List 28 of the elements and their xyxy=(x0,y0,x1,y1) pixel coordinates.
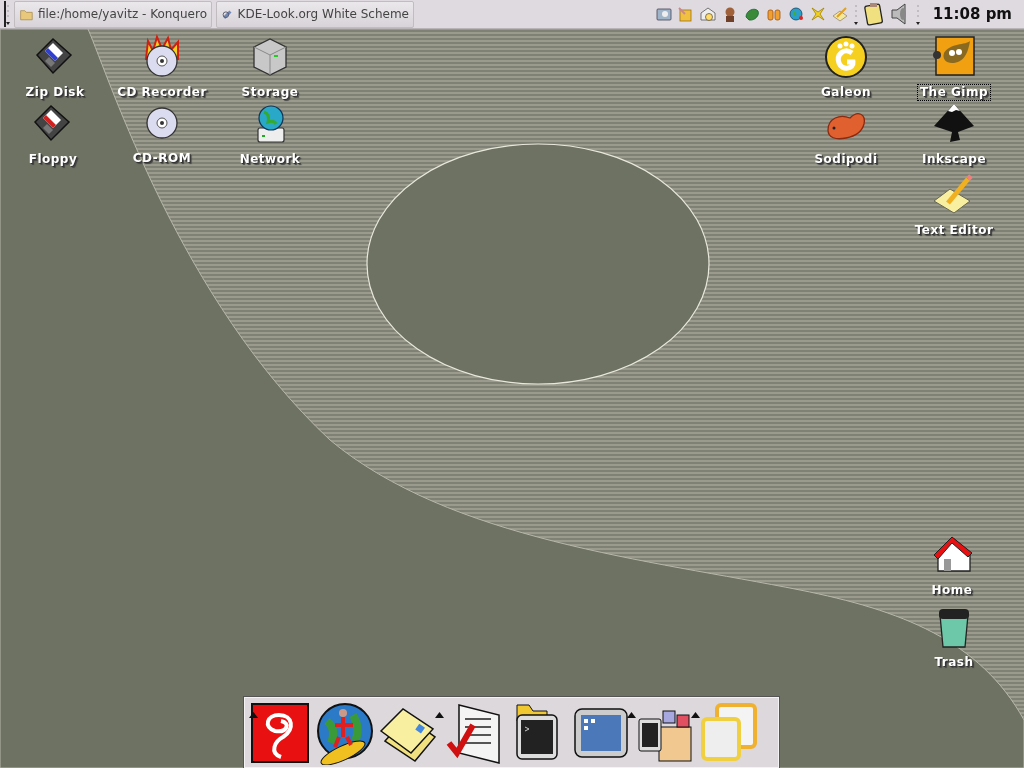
icon-label[interactable]: Network xyxy=(237,152,303,167)
icon-label[interactable]: Zip Disk xyxy=(23,85,87,100)
icon-label[interactable]: Text Editor xyxy=(912,223,996,238)
task-button[interactable]: file:/home/yavitz - Konquero xyxy=(14,0,212,28)
notepad-pencil-icon xyxy=(830,5,849,23)
icon-label[interactable]: Galeon xyxy=(819,85,873,100)
globe-icon xyxy=(786,5,805,23)
icon-label[interactable]: Floppy xyxy=(26,152,80,167)
folder-pencil-icon xyxy=(676,5,695,23)
picture-icon xyxy=(654,5,673,23)
footprint-icon[interactable] xyxy=(822,33,870,79)
icon-label[interactable]: Inkscape xyxy=(919,152,989,167)
icon-label[interactable]: Storage xyxy=(239,85,301,100)
creature-tile-icon[interactable] xyxy=(930,33,978,79)
icon-label[interactable]: The Gimp xyxy=(917,85,991,100)
clipboard-icon xyxy=(862,2,885,26)
icon-label[interactable]: CD-ROM xyxy=(130,151,194,166)
icon-label[interactable]: Home xyxy=(929,583,975,598)
arrow-icon[interactable] xyxy=(249,712,258,718)
arrow-icon[interactable] xyxy=(435,712,444,718)
clock[interactable]: 11:08 pm xyxy=(932,2,1012,26)
grip-icon xyxy=(4,1,10,27)
task-button[interactable]: KDE-Look.org White Scheme xyxy=(216,0,414,28)
icon-label[interactable]: Sodipodi xyxy=(812,152,880,167)
icon-label[interactable]: CD Recorder xyxy=(115,85,209,100)
arrow-icon[interactable] xyxy=(691,712,700,718)
icon-label[interactable]: Trash xyxy=(932,655,976,670)
arrow-icon[interactable] xyxy=(627,712,636,718)
